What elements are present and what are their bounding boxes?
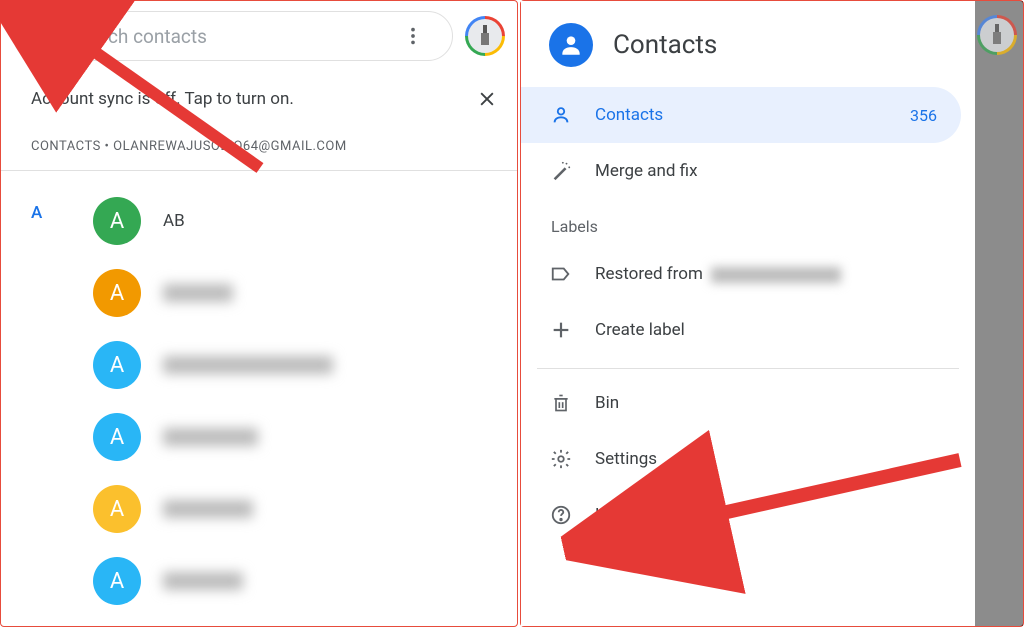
contact-row[interactable]: A xyxy=(1,473,517,545)
drawer-header: Contacts xyxy=(521,9,975,87)
close-icon[interactable] xyxy=(477,89,497,109)
nav-drawer-view: Contacts Contacts 356 Merge and fix Labe… xyxy=(520,0,1024,627)
nav-merge-label: Merge and fix xyxy=(595,161,937,181)
person-icon xyxy=(549,103,573,127)
contact-row[interactable]: A AB xyxy=(1,185,517,257)
contact-avatar: A xyxy=(93,197,141,245)
contact-name-redacted xyxy=(163,428,258,446)
contact-row[interactable]: A xyxy=(1,329,517,401)
contacts-main-view: Search contacts Account sync is off. Tap… xyxy=(0,0,518,627)
contacts-list: A AABAAAAA xyxy=(1,171,517,617)
sync-message: Account sync is off. Tap to turn on. xyxy=(31,89,294,109)
search-pill[interactable]: Search contacts xyxy=(13,11,453,61)
account-line: CONTACTS • OLANREWAJUSODIQ64@GMAIL.COM xyxy=(1,119,517,170)
contact-row[interactable]: A xyxy=(1,401,517,473)
nav-bin-label: Bin xyxy=(595,393,937,413)
sync-notice-bar[interactable]: Account sync is off. Tap to turn on. xyxy=(1,71,517,119)
more-vert-icon[interactable] xyxy=(402,25,424,47)
wand-icon xyxy=(549,159,573,183)
contact-avatar: A xyxy=(93,485,141,533)
nav-settings[interactable]: Settings xyxy=(521,431,961,487)
contact-row[interactable]: A xyxy=(1,545,517,617)
nav-bin[interactable]: Bin xyxy=(521,375,961,431)
contact-avatar: A xyxy=(93,557,141,605)
contact-name-redacted xyxy=(163,284,233,302)
search-placeholder: Search contacts xyxy=(70,25,388,48)
nav-help-label: Help & feedback xyxy=(595,505,937,525)
trash-icon xyxy=(549,391,573,415)
label-icon xyxy=(549,262,573,286)
plus-icon xyxy=(549,318,573,342)
drawer-title: Contacts xyxy=(613,30,717,60)
profile-avatar[interactable] xyxy=(465,16,505,56)
help-icon xyxy=(549,503,573,527)
nav-contacts[interactable]: Contacts 356 xyxy=(521,87,961,143)
contact-name: AB xyxy=(163,211,185,231)
profile-avatar-dimmed xyxy=(977,15,1017,55)
contact-name-redacted xyxy=(163,356,333,374)
nav-create-label[interactable]: Create label xyxy=(521,302,961,358)
gear-icon xyxy=(549,447,573,471)
contact-name-redacted xyxy=(163,572,243,590)
hamburger-icon[interactable] xyxy=(28,24,52,48)
index-letter: A xyxy=(31,203,42,223)
nav-contacts-label: Contacts xyxy=(595,105,888,125)
contact-avatar: A xyxy=(93,341,141,389)
search-bar-row: Search contacts xyxy=(1,1,517,71)
contact-row[interactable]: A xyxy=(1,257,517,329)
contacts-app-icon xyxy=(549,23,593,67)
contact-name-redacted xyxy=(163,500,253,518)
contact-avatar: A xyxy=(93,269,141,317)
nav-label-restored-text: Restored from xyxy=(595,264,937,284)
nav-help[interactable]: Help & feedback xyxy=(521,487,961,543)
nav-merge-fix[interactable]: Merge and fix xyxy=(521,143,961,199)
contact-avatar: A xyxy=(93,413,141,461)
nav-create-label-text: Create label xyxy=(595,320,937,340)
nav-contacts-count: 356 xyxy=(910,106,937,125)
labels-section-header: Labels xyxy=(521,199,975,246)
nav-settings-label: Settings xyxy=(595,449,937,469)
scrim-overlay[interactable] xyxy=(973,1,1023,626)
nav-label-restored[interactable]: Restored from xyxy=(521,246,961,302)
divider xyxy=(537,368,959,369)
